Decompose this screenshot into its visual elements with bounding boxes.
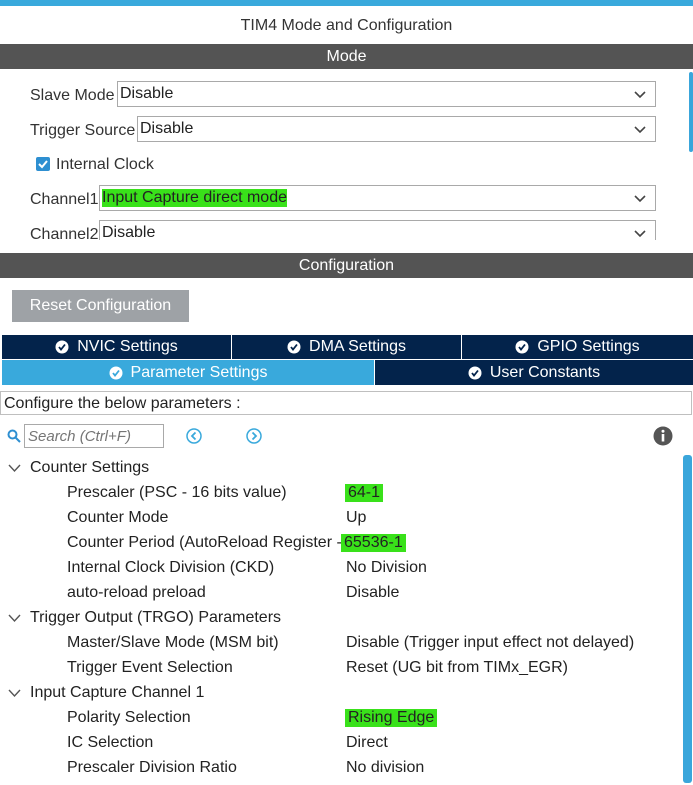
group-input-capture-channel1[interactable]: Input Capture Channel 1 [30, 684, 204, 702]
check-circle-icon [515, 340, 529, 354]
parameters-scrollbar[interactable] [683, 455, 692, 783]
tab-gpio-settings[interactable]: GPIO Settings [462, 335, 693, 359]
param-name: Trigger Event Selection [67, 659, 233, 676]
param-value[interactable]: 65536-1 [341, 534, 406, 552]
param-name: Counter Mode [67, 509, 169, 526]
trigger-source-select[interactable]: Disable [137, 116, 656, 142]
mode-section-bar[interactable]: Mode [0, 44, 693, 69]
info-icon[interactable] [653, 426, 673, 446]
configuration-section-bar[interactable]: Configuration [0, 253, 693, 278]
param-name: Prescaler (PSC - 16 bits value) [67, 484, 287, 501]
collapse-caret-icon[interactable] [8, 463, 21, 473]
param-name: Counter Period (AutoReload Register - [67, 534, 342, 551]
previous-result-icon[interactable] [186, 428, 202, 444]
slave-mode-value: Disable [120, 85, 174, 102]
mode-scrollbar[interactable] [689, 72, 693, 152]
check-circle-icon [287, 340, 301, 354]
tab-parameter-settings[interactable]: Parameter Settings [2, 360, 374, 385]
param-value[interactable]: Rising Edge [345, 709, 438, 727]
channel2-label: Channel2 [30, 226, 99, 240]
param-value[interactable]: Direct [346, 734, 388, 752]
param-name: Master/Slave Mode (MSM bit) [67, 634, 279, 651]
param-value[interactable]: Disable (Trigger input effect not delaye… [346, 634, 634, 652]
param-name: Prescaler Division Ratio [67, 759, 237, 776]
slave-mode-label: Slave Mode [30, 87, 115, 104]
chevron-down-icon [634, 230, 646, 238]
channel1-value: Input Capture direct mode [102, 189, 287, 207]
check-circle-icon [109, 366, 123, 380]
tab-nvic-label: NVIC Settings [77, 338, 178, 355]
tab-nvic-settings[interactable]: NVIC Settings [2, 335, 231, 359]
window-title: TIM4 Mode and Configuration [240, 17, 453, 34]
next-result-icon[interactable] [246, 428, 262, 444]
param-value[interactable]: No division [346, 759, 424, 777]
chevron-down-icon [634, 195, 646, 203]
param-name: auto-reload preload [67, 584, 206, 601]
chevron-down-icon [634, 91, 646, 99]
search-icon [7, 429, 21, 443]
internal-clock-checkbox[interactable] [36, 157, 50, 171]
channel2-value: Disable [102, 224, 156, 240]
trigger-source-value: Disable [140, 120, 194, 137]
param-value[interactable]: 64-1 [345, 484, 384, 502]
trigger-source-label: Trigger Source [30, 122, 136, 139]
tab-dma-settings[interactable]: DMA Settings [232, 335, 461, 359]
check-circle-icon [55, 340, 69, 354]
group-counter-settings[interactable]: Counter Settings [30, 459, 149, 477]
tab-parameter-label: Parameter Settings [130, 364, 268, 381]
param-value[interactable]: Reset (UG bit from TIMx_EGR) [346, 659, 568, 677]
config-hint-bar: Configure the below parameters : [0, 391, 692, 415]
slave-mode-select[interactable]: Disable [117, 81, 656, 107]
mode-panel: Slave Mode Disable Trigger Source Disabl… [0, 69, 693, 240]
param-value[interactable]: No Division [346, 559, 427, 577]
parameter-tree: Counter Settings Prescaler (PSC - 16 bit… [0, 455, 680, 785]
check-circle-icon [468, 366, 482, 380]
internal-clock-label: Internal Clock [56, 156, 154, 173]
collapse-caret-icon[interactable] [8, 688, 21, 698]
param-value[interactable]: Up [346, 509, 366, 527]
chevron-down-icon [634, 126, 646, 134]
config-hint-text: Configure the below parameters : [4, 395, 241, 412]
tab-dma-label: DMA Settings [309, 338, 406, 355]
reset-configuration-button[interactable]: Reset Configuration [12, 290, 189, 322]
checkmark-icon [38, 160, 48, 169]
param-name: IC Selection [67, 734, 154, 751]
param-name: Internal Clock Division (CKD) [67, 559, 275, 576]
tab-gpio-label: GPIO Settings [537, 338, 640, 355]
group-trgo-parameters[interactable]: Trigger Output (TRGO) Parameters [30, 609, 281, 627]
param-name: Polarity Selection [67, 709, 191, 726]
param-value[interactable]: Disable [346, 584, 399, 602]
tab-user-constants[interactable]: User Constants [375, 360, 693, 385]
channel1-select[interactable]: Input Capture direct mode [99, 185, 656, 211]
search-input[interactable] [24, 424, 164, 448]
collapse-caret-icon[interactable] [8, 613, 21, 623]
tab-user-constants-label: User Constants [489, 364, 601, 381]
channel1-label: Channel1 [30, 191, 99, 208]
channel2-select[interactable]: Disable [99, 220, 656, 240]
